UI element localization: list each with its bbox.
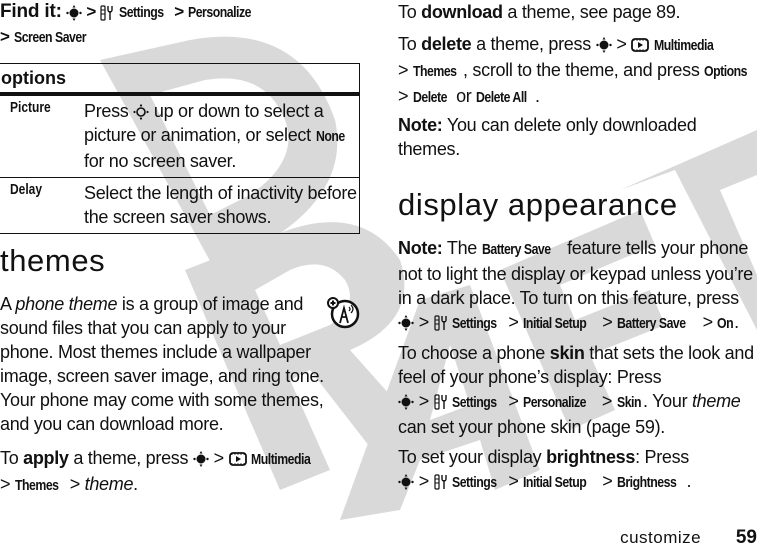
options-table-row: Delay Select the length of inactivity be… — [0, 178, 359, 233]
find-it-label: Find it: — [0, 1, 62, 22]
options-table: options Picture Press up or down to sele… — [0, 63, 360, 234]
network-feature-icon — [327, 297, 360, 329]
menu-multimedia: Multimedia — [251, 451, 311, 468]
skin-paragraph: To choose a phone skin that sets the loo… — [398, 343, 754, 437]
brightness-paragraph: To set your display brightness: Press > … — [398, 445, 692, 495]
menu-brightness: Brightness — [617, 474, 677, 491]
note-label: Note: — [398, 115, 443, 135]
key-options: Options — [704, 63, 748, 80]
nav-key-outline-icon — [133, 104, 149, 120]
option-name: Delay — [10, 181, 43, 198]
settings-icon — [100, 4, 113, 21]
nav-key-icon — [193, 451, 209, 468]
path-separator: > — [86, 2, 96, 21]
nav-key-icon — [398, 394, 414, 411]
footer-section-name: customize — [620, 528, 702, 547]
key-delete-all: Delete All — [476, 89, 527, 106]
path-separator: > — [174, 2, 184, 21]
options-table-row: Picture Press up or down to select a pic… — [0, 96, 359, 178]
option-name: Picture — [10, 99, 51, 116]
options-table-header: options — [0, 64, 359, 96]
nav-key-icon — [66, 4, 82, 21]
settings-icon — [434, 474, 447, 490]
themes-intro-paragraph: A phone theme is a group of image and so… — [0, 294, 324, 434]
menu-personalize: Personalize — [188, 4, 252, 21]
menu-settings: Settings — [452, 315, 497, 332]
option-key-none: None — [315, 128, 345, 145]
key-delete: Delete — [412, 89, 447, 106]
menu-battery-save: Battery Save — [481, 241, 551, 258]
settings-icon — [434, 394, 447, 410]
menu-initial-setup: Initial Setup — [523, 474, 587, 491]
menu-personalize: Personalize — [523, 394, 587, 411]
option-description: Select the length of inactivity before t… — [84, 183, 357, 227]
menu-screen-saver: Screen Saver — [13, 29, 87, 46]
delete-theme-paragraph: To delete a theme, press > Multimedia > … — [398, 32, 757, 110]
menu-skin: Skin — [616, 394, 642, 411]
section-heading-themes: themes — [0, 243, 106, 278]
settings-icon — [434, 315, 447, 331]
manual-page: Find it: > Settings > Personalize > Scre… — [0, 0, 757, 548]
menu-themes: Themes — [412, 63, 457, 80]
menu-settings: Settings — [452, 474, 497, 491]
menu-battery-save: Battery Save — [617, 315, 686, 332]
multimedia-icon — [228, 452, 247, 467]
battery-save-note-paragraph: Note: The Battery Save feature tells you… — [398, 236, 757, 336]
page-footer: customize 59 — [620, 528, 757, 548]
page-number: 59 — [735, 527, 757, 548]
menu-multimedia: Multimedia — [653, 37, 714, 54]
menu-initial-setup: Initial Setup — [523, 315, 587, 332]
menu-on: On — [717, 315, 734, 332]
delete-note-paragraph: Note: You can delete only downloaded the… — [398, 115, 697, 159]
note-label: Note: — [398, 238, 443, 258]
section-heading-display-appearance: display appearance — [398, 187, 678, 222]
option-description: Press up or down to select a picture or … — [84, 101, 345, 171]
menu-themes: Themes — [14, 477, 59, 494]
apply-theme-paragraph: To apply a theme, press > Multimedia > T… — [0, 446, 362, 498]
nav-key-icon — [398, 474, 414, 491]
nav-key-icon — [595, 37, 612, 54]
multimedia-icon — [631, 38, 650, 53]
download-theme-paragraph: To download a theme, see page 89. — [398, 2, 681, 22]
path-separator: > — [0, 27, 10, 46]
find-it-path: Find it: > Settings > Personalize > Scre… — [0, 0, 362, 50]
menu-settings: Settings — [452, 394, 497, 411]
nav-key-icon — [398, 315, 414, 332]
menu-settings: Settings — [118, 4, 164, 21]
